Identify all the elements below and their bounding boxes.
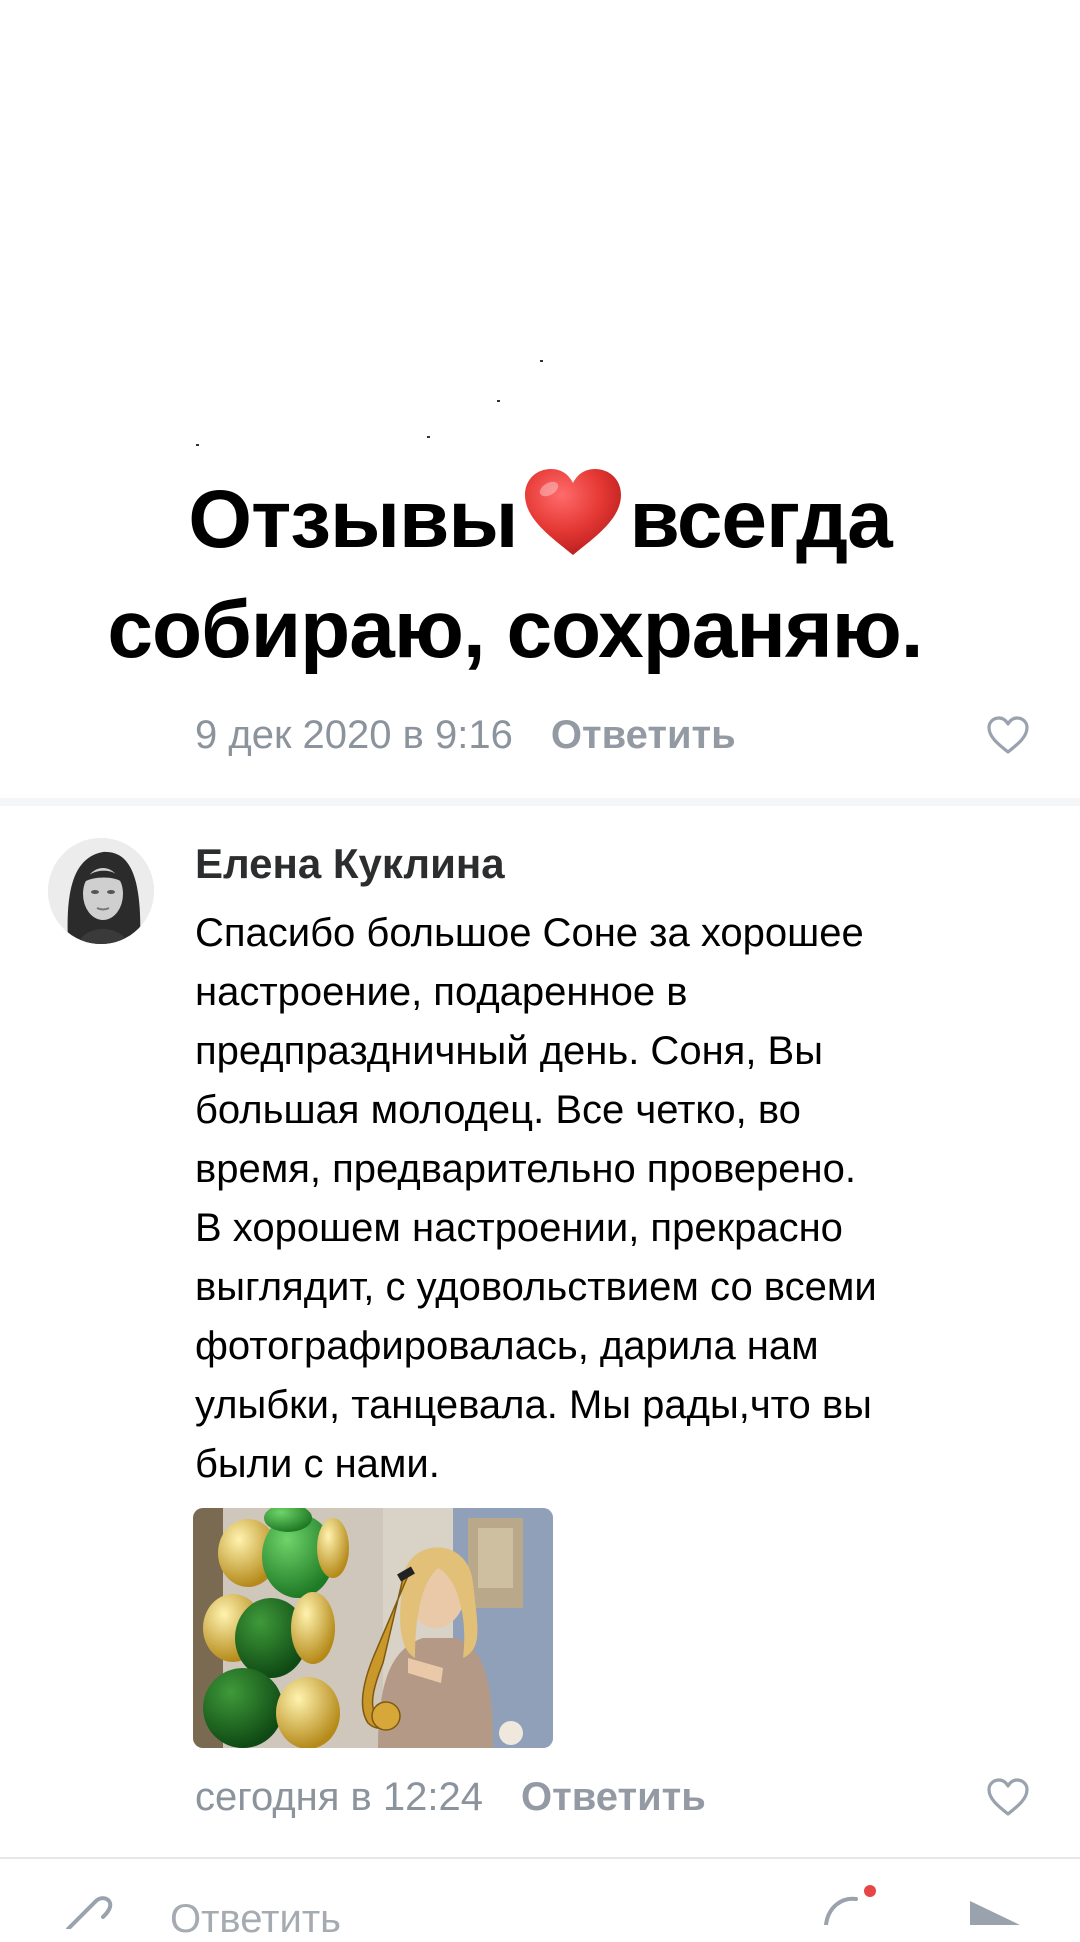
send-icon[interactable] [968, 1895, 1022, 1925]
speck [497, 400, 500, 402]
post-meta: 9 дек 2020 в 9:16 Ответить [195, 705, 1030, 765]
saxophone-photo [193, 1508, 553, 1748]
section-divider [0, 798, 1080, 806]
comment-meta: сегодня в 12:24 Ответить [195, 1767, 1030, 1827]
speck [427, 436, 430, 438]
speck [196, 444, 199, 446]
comment-line: время, предварительно проверено. [195, 1147, 856, 1191]
comment-author[interactable]: Елена Куклина [195, 840, 505, 888]
comment-line: настроение, подаренное в [195, 970, 688, 1014]
comment-line: Спасибо большое Соне за хорошее [195, 911, 864, 955]
heart-emoji-icon [525, 469, 622, 555]
comment-photo[interactable] [193, 1508, 553, 1748]
comment-timestamp: сегодня в 12:24 [195, 1774, 483, 1819]
speck [540, 360, 543, 362]
avatar-image [48, 838, 154, 944]
comment-text: Спасибо большое Соне за хорошее настроен… [195, 904, 1015, 1494]
headline-text-part1: Отзывы [188, 474, 518, 565]
headline-text-line2: собираю, сохраняю. [107, 584, 923, 675]
post-headline: Отзывы всегда собираю, сохраняю. [0, 465, 1080, 685]
post-reply-button[interactable]: Ответить [551, 713, 736, 758]
comment-line: улыбки, танцевала. Мы рады,что вы [195, 1383, 872, 1427]
comment-reply-button[interactable]: Ответить [521, 1775, 706, 1820]
headline-text-part2: всегда [629, 474, 892, 565]
heart-outline-icon[interactable] [986, 715, 1030, 755]
comment-line: большая молодец. Все четко, во [195, 1088, 801, 1132]
comment-composer: Ответить [0, 1859, 1080, 1941]
comment-line: выглядит, с удовольствием со всеми [195, 1265, 877, 1309]
comment-line: В хорошем настроении, прекрасно [195, 1206, 843, 1250]
comment-line: предпраздничный день. Соня, Вы [195, 1029, 823, 1073]
post-timestamp: 9 дек 2020 в 9:16 [195, 712, 513, 757]
heart-outline-icon[interactable] [986, 1777, 1030, 1817]
comment-line: фотографировалась, дарила нам [195, 1324, 819, 1368]
emoji-icon[interactable] [820, 1885, 880, 1925]
avatar[interactable] [48, 838, 154, 944]
comment-line: были с нами. [195, 1442, 440, 1486]
paperclip-icon[interactable] [58, 1889, 118, 1929]
